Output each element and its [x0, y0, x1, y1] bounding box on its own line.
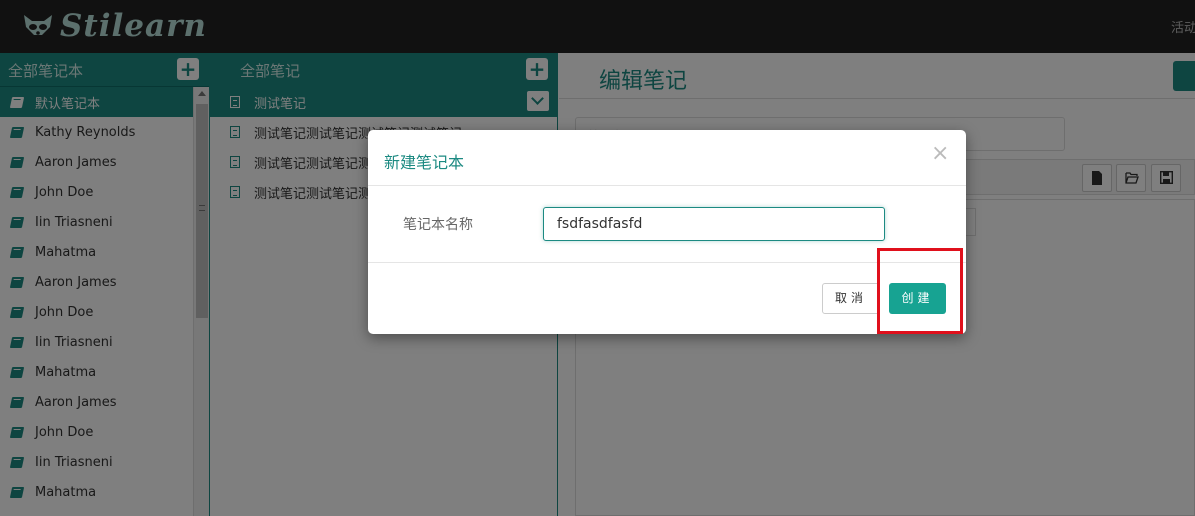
dialog-header: 新建笔记本 × [368, 130, 966, 186]
cancel-button[interactable]: 取消 [822, 283, 880, 314]
highlight-box [877, 248, 963, 334]
notebook-name-input[interactable] [543, 207, 885, 241]
notebook-name-label: 笔记本名称 [403, 217, 473, 233]
dialog-title: 新建笔记本 [384, 153, 465, 172]
close-icon[interactable]: × [931, 143, 949, 165]
